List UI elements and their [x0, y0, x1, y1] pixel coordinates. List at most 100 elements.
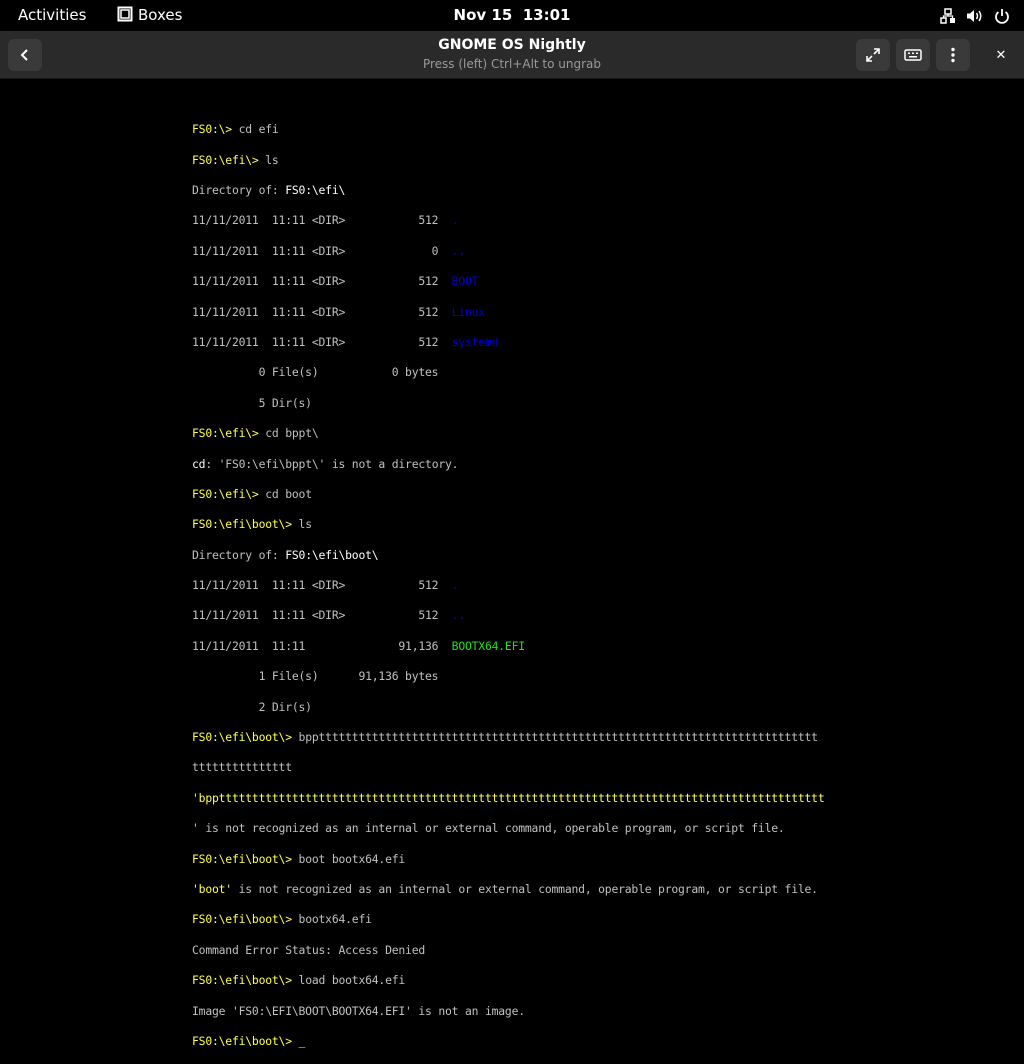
shell-prompt: FS0:\> — [192, 122, 239, 137]
error-message: Command Error Status: Access Denied — [192, 942, 426, 957]
dir-entry-name: systemd — [451, 334, 499, 349]
console-line: Directory of: FS0:\efi\boot\ — [192, 548, 825, 563]
close-button[interactable]: ✕ — [984, 39, 1018, 71]
console-line: 11/11/2011 11:11 <DIR> 512 systemd — [192, 335, 825, 350]
top-bar: Activities Boxes Nov 15 13:01 — [0, 0, 1024, 31]
network-icon — [940, 7, 955, 24]
shell-command: bootx64.efi — [298, 912, 372, 927]
shell-command: ls — [265, 152, 279, 167]
console-line: 5 Dir(s) — [192, 396, 825, 411]
console-line: 2 Dir(s) — [192, 700, 825, 715]
error-message: ' is not recognized as an internal or ex… — [192, 821, 785, 836]
shell-prompt: FS0:\efi\boot\> — [192, 912, 299, 927]
console-line: cd: 'FS0:\efi\bppt\' is not a directory. — [192, 457, 825, 472]
shell-prompt: FS0:\efi\boot\> — [192, 851, 299, 866]
dir-entry: 11/11/2011 11:11 <DIR> 512 — [192, 334, 452, 349]
console-line: 11/11/2011 11:11 <DIR> 0 .. — [192, 244, 825, 259]
keyboard-button[interactable] — [896, 39, 930, 71]
error-command: 'boot' — [192, 881, 232, 896]
dir-entry-name: BOOT — [451, 274, 479, 289]
power-icon — [995, 8, 1009, 24]
dir-count: 5 Dir(s) — [192, 395, 312, 410]
directory-path: FS0:\efi\boot\ — [285, 547, 379, 562]
shell-command: load bootx64.efi — [298, 973, 406, 988]
more-vertical-icon — [951, 47, 955, 63]
dir-entry: 11/11/2011 11:11 <DIR> 512 — [192, 274, 452, 289]
fullscreen-button[interactable] — [856, 39, 890, 71]
console-line: 'bpptttttttttttttttttttttttttttttttttttt… — [192, 791, 825, 806]
console-line: FS0:\efi\> ls — [192, 153, 825, 168]
shell-prompt: FS0:\efi\> — [192, 426, 266, 441]
console-line: FS0:\> cd efi — [192, 122, 825, 137]
console-line: 'boot' is not recognized as an internal … — [192, 882, 825, 897]
dir-entry-name: . — [451, 578, 459, 593]
error-command: cd — [192, 456, 206, 471]
console-line: FS0:\efi\boot\> bootx64.efi — [192, 912, 825, 927]
shell-prompt: FS0:\efi\boot\> — [192, 973, 299, 988]
directory-label: Directory of: — [192, 182, 286, 197]
clock-time: 13:01 — [522, 6, 571, 24]
shell-prompt: FS0:\efi\> — [192, 152, 266, 167]
fullscreen-icon — [866, 48, 880, 62]
dir-entry-name: .. — [451, 243, 466, 258]
shell-command: cd bppt\ — [265, 426, 319, 441]
shell-prompt: FS0:\efi\boot\> — [192, 730, 299, 745]
clock-date: Nov 15 — [453, 6, 513, 24]
console-line: 11/11/2011 11:11 <DIR> 512 Linux — [192, 305, 825, 320]
console-line: Command Error Status: Access Denied — [192, 943, 825, 958]
error-message: : 'FS0:\efi\bppt\' is not a directory. — [205, 456, 459, 471]
console-line: FS0:\efi\> cd bppt\ — [192, 426, 825, 441]
uefi-shell-console[interactable]: FS0:\> cd efi FS0:\efi\> ls Directory of… — [192, 107, 825, 1064]
error-message: is not recognized as an internal or exte… — [231, 881, 818, 896]
shell-prompt: FS0:\efi\boot\> — [192, 1033, 299, 1048]
console-line: 1 File(s) 91,136 bytes — [192, 669, 825, 684]
console-line: ' is not recognized as an internal or ex… — [192, 821, 825, 836]
dir-entry-name: . — [451, 213, 459, 228]
close-icon: ✕ — [995, 47, 1007, 63]
console-line: 11/11/2011 11:11 <DIR> 512 . — [192, 213, 825, 228]
file-entry-name: BOOTX64.EFI — [451, 638, 525, 653]
console-line: FS0:\efi\> cd boot — [192, 487, 825, 502]
dir-entry-name: .. — [451, 608, 466, 623]
console-line: 11/11/2011 11:11 <DIR> 512 .. — [192, 608, 825, 623]
file-count: 1 File(s) 91,136 bytes — [192, 669, 439, 684]
error-command: 'bpptttttttttttttttttttttttttttttttttttt… — [192, 790, 825, 805]
shell-command: bppttttttttttttttttttttttttttttttttttttt… — [298, 730, 819, 745]
menu-button[interactable] — [936, 39, 970, 71]
directory-label: Directory of: — [192, 547, 286, 562]
console-line: FS0:\efi\boot\> bppttttttttttttttttttttt… — [192, 730, 825, 745]
dir-entry: 11/11/2011 11:11 <DIR> 512 — [192, 304, 452, 319]
header-bar: GNOME OS Nightly Press (left) Ctrl+Alt t… — [0, 31, 1024, 79]
console-line: ttttttttttttttt — [192, 760, 825, 775]
console-line: FS0:\efi\boot\> _ — [192, 1034, 825, 1049]
keyboard-icon — [904, 49, 922, 61]
system-tray[interactable] — [940, 0, 1010, 31]
console-line: Directory of: FS0:\efi\ — [192, 183, 825, 198]
shell-prompt: FS0:\efi\boot\> — [192, 517, 299, 532]
directory-path: FS0:\efi\ — [285, 182, 346, 197]
shell-command: cd efi — [238, 122, 279, 137]
text-cursor: _ — [298, 1033, 306, 1048]
console-line: 11/11/2011 11:11 <DIR> 512 BOOT — [192, 274, 825, 289]
file-count: 0 File(s) 0 bytes — [192, 365, 439, 380]
console-line: 0 File(s) 0 bytes — [192, 365, 825, 380]
dir-entry: 11/11/2011 11:11 <DIR> 0 — [192, 243, 452, 258]
dir-count: 2 Dir(s) — [192, 699, 312, 714]
error-message: Image 'FS0:\EFI\BOOT\BOOTX64.EFI' is not… — [192, 1003, 525, 1018]
console-line: 11/11/2011 11:11 <DIR> 512 . — [192, 578, 825, 593]
dir-entry: 11/11/2011 11:11 <DIR> 512 — [192, 578, 452, 593]
dir-entry: 11/11/2011 11:11 <DIR> 512 — [192, 608, 452, 623]
shell-command: ls — [298, 517, 313, 532]
console-line: 11/11/2011 11:11 91,136 BOOTX64.EFI — [192, 639, 825, 654]
shell-command: cd boot — [265, 486, 312, 501]
clock[interactable]: Nov 15 13:01 — [0, 0, 1024, 31]
dir-entry-name: Linux — [451, 304, 485, 319]
console-line: FS0:\efi\boot\> boot bootx64.efi — [192, 852, 825, 867]
shell-command-wrap: ttttttttttttttt — [192, 760, 292, 775]
console-line: Image 'FS0:\EFI\BOOT\BOOTX64.EFI' is not… — [192, 1004, 825, 1019]
console-line: FS0:\efi\boot\> ls — [192, 517, 825, 532]
console-line: FS0:\efi\boot\> load bootx64.efi — [192, 973, 825, 988]
shell-prompt: FS0:\efi\> — [192, 486, 266, 501]
dir-entry: 11/11/2011 11:11 <DIR> 512 — [192, 213, 452, 228]
file-entry: 11/11/2011 11:11 91,136 — [192, 638, 452, 653]
